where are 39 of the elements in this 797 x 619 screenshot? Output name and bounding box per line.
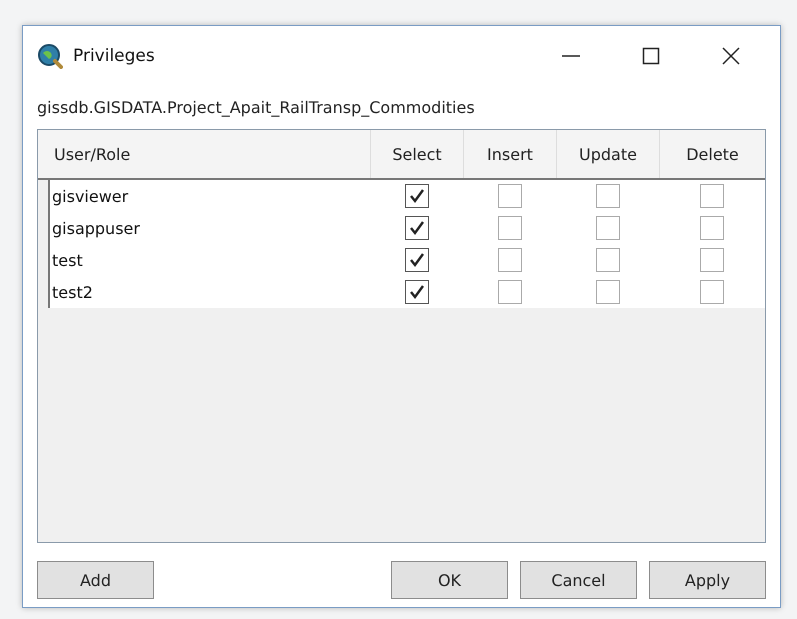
column-header[interactable]: Update [556,130,659,178]
checkbox[interactable] [596,184,620,208]
checkbox[interactable] [498,248,522,272]
checkbox[interactable] [700,280,724,304]
column-header[interactable]: Insert [463,130,556,178]
minimize-icon [562,55,580,57]
object-name: gissdb.GISDATA.Project_Apait_RailTransp_Commodities [37,98,476,117]
checkbox[interactable] [404,216,428,240]
maximize-icon [641,46,661,66]
close-icon [721,46,741,66]
dialog-button[interactable]: Apply [649,561,766,599]
column-header[interactable]: User/Role [50,130,370,178]
checkbox[interactable] [404,280,428,304]
checkmark-icon [408,251,426,269]
user-name: gisviewer [51,186,130,206]
checkbox[interactable] [498,216,522,240]
dialog-button[interactable]: Cancel [520,561,637,599]
checkbox[interactable] [700,216,724,240]
checkmark-icon [408,187,426,205]
dialog-button[interactable]: OK [391,561,508,599]
add-button[interactable]: Add [37,561,154,599]
globe-magnifier-icon [37,43,63,69]
column-header[interactable]: Delete [659,130,765,178]
user-name: test [51,250,84,270]
checkbox[interactable] [596,248,620,272]
checkmark-icon [408,219,426,237]
checkbox[interactable] [404,248,428,272]
user-name: gisappuser [51,218,141,238]
checkmark-icon [408,283,426,301]
checkbox[interactable] [404,184,428,208]
checkbox[interactable] [596,280,620,304]
checkbox[interactable] [498,184,522,208]
column-header[interactable]: Select [370,130,463,178]
user-name: test2 [51,282,94,302]
window-title: Privileges [73,46,156,66]
checkbox[interactable] [498,280,522,304]
checkbox[interactable] [700,248,724,272]
checkbox[interactable] [700,184,724,208]
checkbox[interactable] [596,216,620,240]
